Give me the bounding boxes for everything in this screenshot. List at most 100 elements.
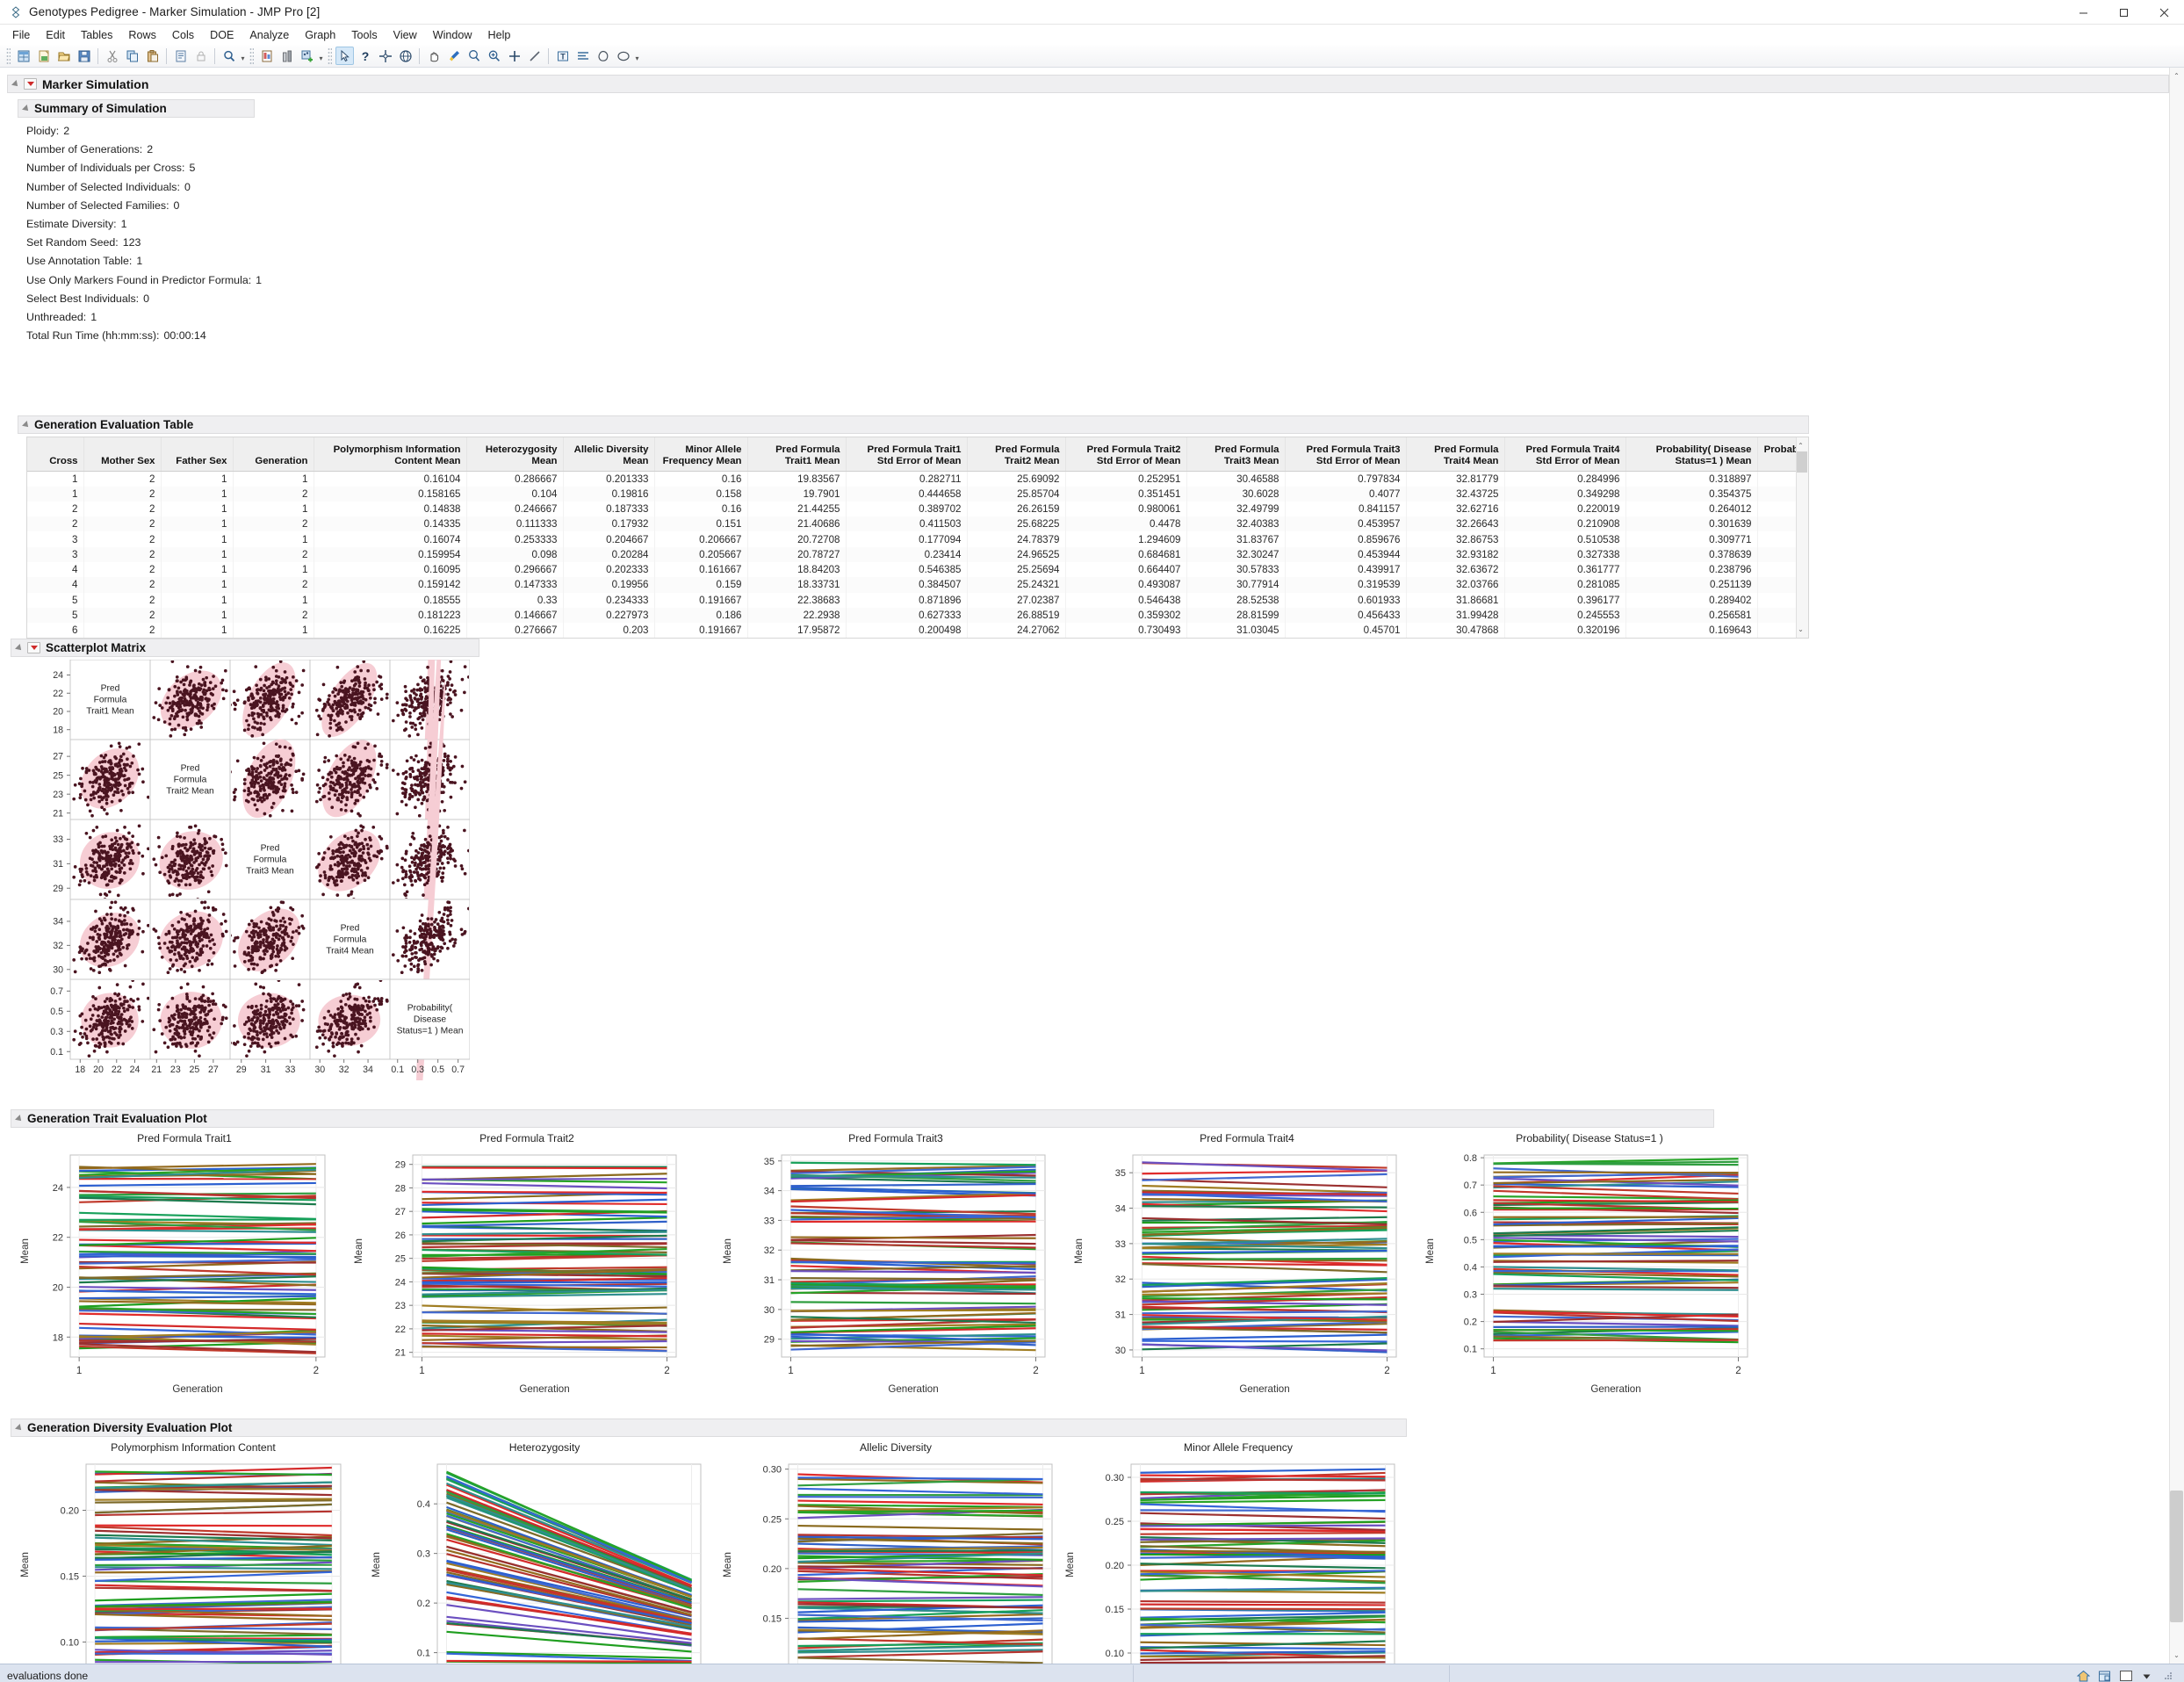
crosshairs-plus-icon[interactable]	[505, 47, 523, 65]
plot-panel[interactable]: HeterozygosityMeanGeneration0.40.30.20.1…	[369, 1441, 720, 1664]
generation-trait-evaluation-plots[interactable]: Pred Formula Trait1MeanGeneration2422201…	[18, 1132, 1721, 1413]
maximize-button[interactable]	[2103, 0, 2144, 25]
grabber-hand-icon[interactable]	[424, 47, 443, 65]
distribution-icon[interactable]	[278, 47, 296, 65]
plot-panel[interactable]: Pred Formula Trait1MeanGeneration2422201…	[18, 1132, 351, 1396]
column-header-14[interactable]: Pred Formula Trait4 Mean	[1406, 437, 1504, 471]
disclosure-triangle-icon[interactable]	[15, 1115, 24, 1123]
table-row[interactable]: 32110.160740.2533330.2046670.20666720.72…	[27, 531, 1809, 546]
toolbar-grip[interactable]	[6, 47, 11, 64]
plot-panel[interactable]: Pred Formula Trait3MeanGeneration3534333…	[720, 1132, 1071, 1396]
disclosure-triangle-icon[interactable]	[15, 644, 24, 653]
menu-help[interactable]: Help	[480, 27, 519, 43]
copy-icon[interactable]	[123, 47, 141, 65]
fit-y-by-x-icon[interactable]	[298, 47, 316, 65]
column-header-6[interactable]: Allelic Diversity Mean	[563, 437, 654, 471]
column-header-0[interactable]: Cross	[27, 437, 83, 471]
open-file-icon[interactable]	[54, 47, 73, 65]
disclosure-triangle-icon[interactable]	[22, 105, 31, 113]
generation-eval-table-outline[interactable]: Generation Evaluation Table	[18, 415, 1809, 434]
table-row[interactable]: 52120.1812230.1466670.2279730.18622.2938…	[27, 608, 1809, 623]
dropdown-arrow-icon[interactable]	[2139, 1669, 2154, 1682]
column-header-10[interactable]: Pred Formula Trait2 Mean	[967, 437, 1065, 471]
column-header-2[interactable]: Father Sex	[161, 437, 233, 471]
menu-tables[interactable]: Tables	[73, 27, 120, 43]
plot-panel[interactable]: Pred Formula Trait2MeanGeneration2928272…	[351, 1132, 703, 1396]
help-icon[interactable]: ?	[356, 47, 374, 65]
brush-globe-icon[interactable]	[396, 47, 414, 65]
column-header-4[interactable]: Polymorphism Information Content Mean	[314, 437, 466, 471]
table-row[interactable]: 22110.148380.2466670.1873330.1621.442550…	[27, 502, 1809, 516]
table-row[interactable]: 12120.1581650.1040.198160.15819.79010.44…	[27, 487, 1809, 502]
disclosure-triangle-icon[interactable]	[11, 80, 20, 89]
plot-panel[interactable]: Allelic DiversityMeanGeneration0.300.250…	[720, 1441, 1071, 1664]
save-icon[interactable]	[75, 47, 93, 65]
arrow-select-icon[interactable]	[335, 47, 354, 65]
menu-window[interactable]: Window	[425, 27, 480, 43]
menu-rows[interactable]: Rows	[120, 27, 164, 43]
generation-trait-plot-outline[interactable]: Generation Trait Evaluation Plot	[11, 1109, 1714, 1128]
lasso-icon[interactable]	[465, 47, 483, 65]
column-header-12[interactable]: Pred Formula Trait3 Mean	[1186, 437, 1285, 471]
generation-diversity-evaluation-plots[interactable]: Polymorphism Information ContentMeanGene…	[18, 1441, 1423, 1664]
column-header-8[interactable]: Pred Formula Trait1 Mean	[747, 437, 846, 471]
table-scroll-thumb[interactable]	[1797, 451, 1807, 473]
simple-shape-icon[interactable]	[573, 47, 592, 65]
menu-edit[interactable]: Edit	[38, 27, 73, 43]
menu-file[interactable]: File	[4, 27, 38, 43]
paste-icon[interactable]	[143, 47, 162, 65]
marker-simulation-outline[interactable]: Marker Simulation	[7, 75, 2169, 93]
column-header-1[interactable]: Mother Sex	[83, 437, 161, 471]
search-icon[interactable]	[220, 47, 238, 65]
new-script-icon[interactable]	[34, 47, 53, 65]
toolbar-overflow-icon[interactable]: ▾	[239, 47, 247, 65]
brush-icon[interactable]	[444, 47, 463, 65]
toolbar-grip[interactable]	[328, 47, 332, 64]
lock-icon[interactable]	[191, 47, 210, 65]
table-scrollbar[interactable]: ⌃ ⌄	[1796, 437, 1808, 638]
scroll-down-icon[interactable]: ⌄	[2170, 1649, 2183, 1662]
toolbar-overflow-icon[interactable]: ▾	[317, 47, 325, 65]
white-square-icon[interactable]	[2118, 1669, 2133, 1682]
table-row[interactable]: 22120.143350.1113330.179320.15121.406860…	[27, 516, 1809, 531]
column-header-15[interactable]: Pred Formula Trait4 Std Error of Mean	[1504, 437, 1625, 471]
red-triangle-menu-icon[interactable]	[27, 642, 40, 653]
disclosure-triangle-icon[interactable]	[22, 421, 31, 430]
column-header-13[interactable]: Pred Formula Trait3 Std Error of Mean	[1285, 437, 1406, 471]
crosshair-icon[interactable]	[376, 47, 394, 65]
menu-doe[interactable]: DOE	[202, 27, 241, 43]
menu-analyze[interactable]: Analyze	[241, 27, 297, 43]
menu-tools[interactable]: Tools	[343, 27, 385, 43]
table-row[interactable]: 52110.185550.330.2343330.19166722.386830…	[27, 593, 1809, 608]
minimize-button[interactable]	[2063, 0, 2103, 25]
scroll-up-icon[interactable]: ⌃	[1794, 439, 1807, 452]
close-button[interactable]	[2144, 0, 2184, 25]
cut-icon[interactable]	[103, 47, 121, 65]
ellipse-icon[interactable]	[614, 47, 632, 65]
line-icon[interactable]	[525, 47, 544, 65]
script-icon[interactable]	[171, 47, 190, 65]
scroll-down-icon[interactable]: ⌄	[1794, 623, 1807, 636]
plot-panel[interactable]: Minor Allele FrequencyMeanGeneration0.30…	[1063, 1441, 1414, 1664]
column-header-11[interactable]: Pred Formula Trait2 Std Error of Mean	[1065, 437, 1186, 471]
table-row[interactable]: 32120.1599540.0980.202840.20566720.78727…	[27, 547, 1809, 562]
plot-panel[interactable]: Probability( Disease Status=1 )MeanGener…	[1423, 1132, 1756, 1396]
plot-panel[interactable]: Pred Formula Trait4MeanGeneration3534333…	[1071, 1132, 1423, 1396]
disclosure-triangle-icon[interactable]	[15, 1424, 24, 1433]
scatterplot-matrix[interactable]: PredFormulaTrait1 Mean24222018PredFormul…	[19, 660, 470, 1080]
red-triangle-menu-icon[interactable]	[24, 78, 37, 90]
home-icon[interactable]	[2076, 1669, 2091, 1682]
menu-graph[interactable]: Graph	[297, 27, 343, 43]
report-icon[interactable]	[257, 47, 276, 65]
menu-view[interactable]: View	[386, 27, 425, 43]
polygon-icon[interactable]	[594, 47, 612, 65]
column-header-7[interactable]: Minor Allele Frequency Mean	[654, 437, 747, 471]
table-row[interactable]: 42110.160950.2966670.2023330.16166718.84…	[27, 562, 1809, 577]
column-header-9[interactable]: Pred Formula Trait1 Std Error of Mean	[846, 437, 967, 471]
column-header-5[interactable]: Heterozygosity Mean	[466, 437, 563, 471]
magnifier-icon[interactable]	[485, 47, 503, 65]
column-header-3[interactable]: Generation	[233, 437, 314, 471]
menu-cols[interactable]: Cols	[164, 27, 202, 43]
column-header-16[interactable]: Probability( Disease Status=1 ) Mean	[1625, 437, 1757, 471]
new-data-table-icon[interactable]	[14, 47, 32, 65]
